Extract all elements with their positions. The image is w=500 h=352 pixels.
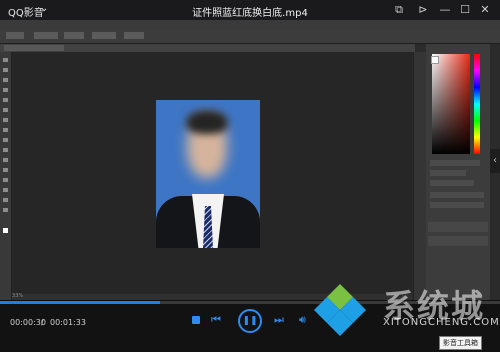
- chevron-left-icon[interactable]: ‹: [490, 149, 500, 173]
- ps-document-tabs: [0, 44, 415, 52]
- ps-menu-bar: [0, 20, 500, 29]
- screenshot-icon[interactable]: ⧉: [392, 3, 406, 17]
- ps-tool-icon: [3, 148, 8, 152]
- ps-options-bar: [0, 29, 500, 44]
- ps-zoom-level: 33%: [12, 293, 24, 299]
- ps-panel-row: [430, 192, 484, 198]
- ps-layer-row: [428, 222, 488, 232]
- photo-hair: [186, 110, 228, 134]
- ps-tool-icon: [3, 58, 8, 62]
- close-icon[interactable]: ✕: [478, 3, 492, 17]
- previous-icon[interactable]: ⏮: [211, 313, 221, 327]
- next-icon[interactable]: ⏭: [274, 313, 284, 327]
- ps-tool-icon: [3, 118, 8, 122]
- ps-tool-icon: [3, 68, 8, 72]
- ps-tool-icon: [3, 168, 8, 172]
- ps-option: [92, 32, 116, 39]
- ps-tool-icon: [3, 138, 8, 142]
- ps-toolbar: [0, 52, 12, 300]
- volume-icon[interactable]: 🔊︎: [299, 313, 306, 327]
- ps-tool-icon: [3, 198, 8, 202]
- ps-tool-icon: [3, 188, 8, 192]
- ps-layer-row: [428, 236, 488, 246]
- ps-tool-icon: [3, 78, 8, 82]
- ps-foreground-swatch: [431, 56, 439, 64]
- pause-icon[interactable]: ❚❚: [238, 309, 262, 333]
- watermark-logo: [314, 284, 366, 336]
- ps-option: [34, 32, 58, 39]
- stop-icon[interactable]: [192, 316, 200, 324]
- ps-tool-icon: [3, 128, 8, 132]
- ps-tool-icon: [3, 178, 8, 182]
- ps-panel-row: [430, 170, 466, 176]
- ps-tool-icon: [3, 208, 8, 212]
- ps-document-tab: [4, 45, 64, 51]
- pin-icon[interactable]: ⊳: [416, 3, 430, 17]
- ps-option: [6, 32, 24, 39]
- ps-tool-icon: [3, 108, 8, 112]
- ps-tool-icon: [3, 98, 8, 102]
- ps-panel-row: [430, 202, 484, 208]
- total-time: 00:01:33: [50, 318, 86, 327]
- ps-tool-icon: [3, 88, 8, 92]
- ps-panel-row: [430, 160, 480, 166]
- player-title-bar: QQ影音 ⌄ 证件照蓝红底换白底.mp4 ⧉ ⊳ — ☐ ✕: [0, 0, 500, 20]
- ps-hue-slider: [474, 54, 480, 154]
- maximize-icon[interactable]: ☐: [458, 3, 472, 17]
- ps-tool-icon: [3, 158, 8, 162]
- ps-panel-row: [430, 180, 474, 186]
- id-photo: [156, 100, 260, 248]
- ps-foreground-color-icon: [3, 228, 8, 233]
- ps-panel-icon-strip: [413, 52, 426, 300]
- minimize-icon[interactable]: —: [438, 3, 452, 17]
- ps-color-picker-field: [432, 54, 470, 154]
- watermark-subtitle: XITONGCHENG.COM: [383, 317, 500, 328]
- time-separator: /: [41, 318, 44, 327]
- ps-option: [64, 32, 84, 39]
- ps-option: [124, 32, 144, 39]
- toolbox-tooltip: 影音工具箱: [439, 336, 482, 350]
